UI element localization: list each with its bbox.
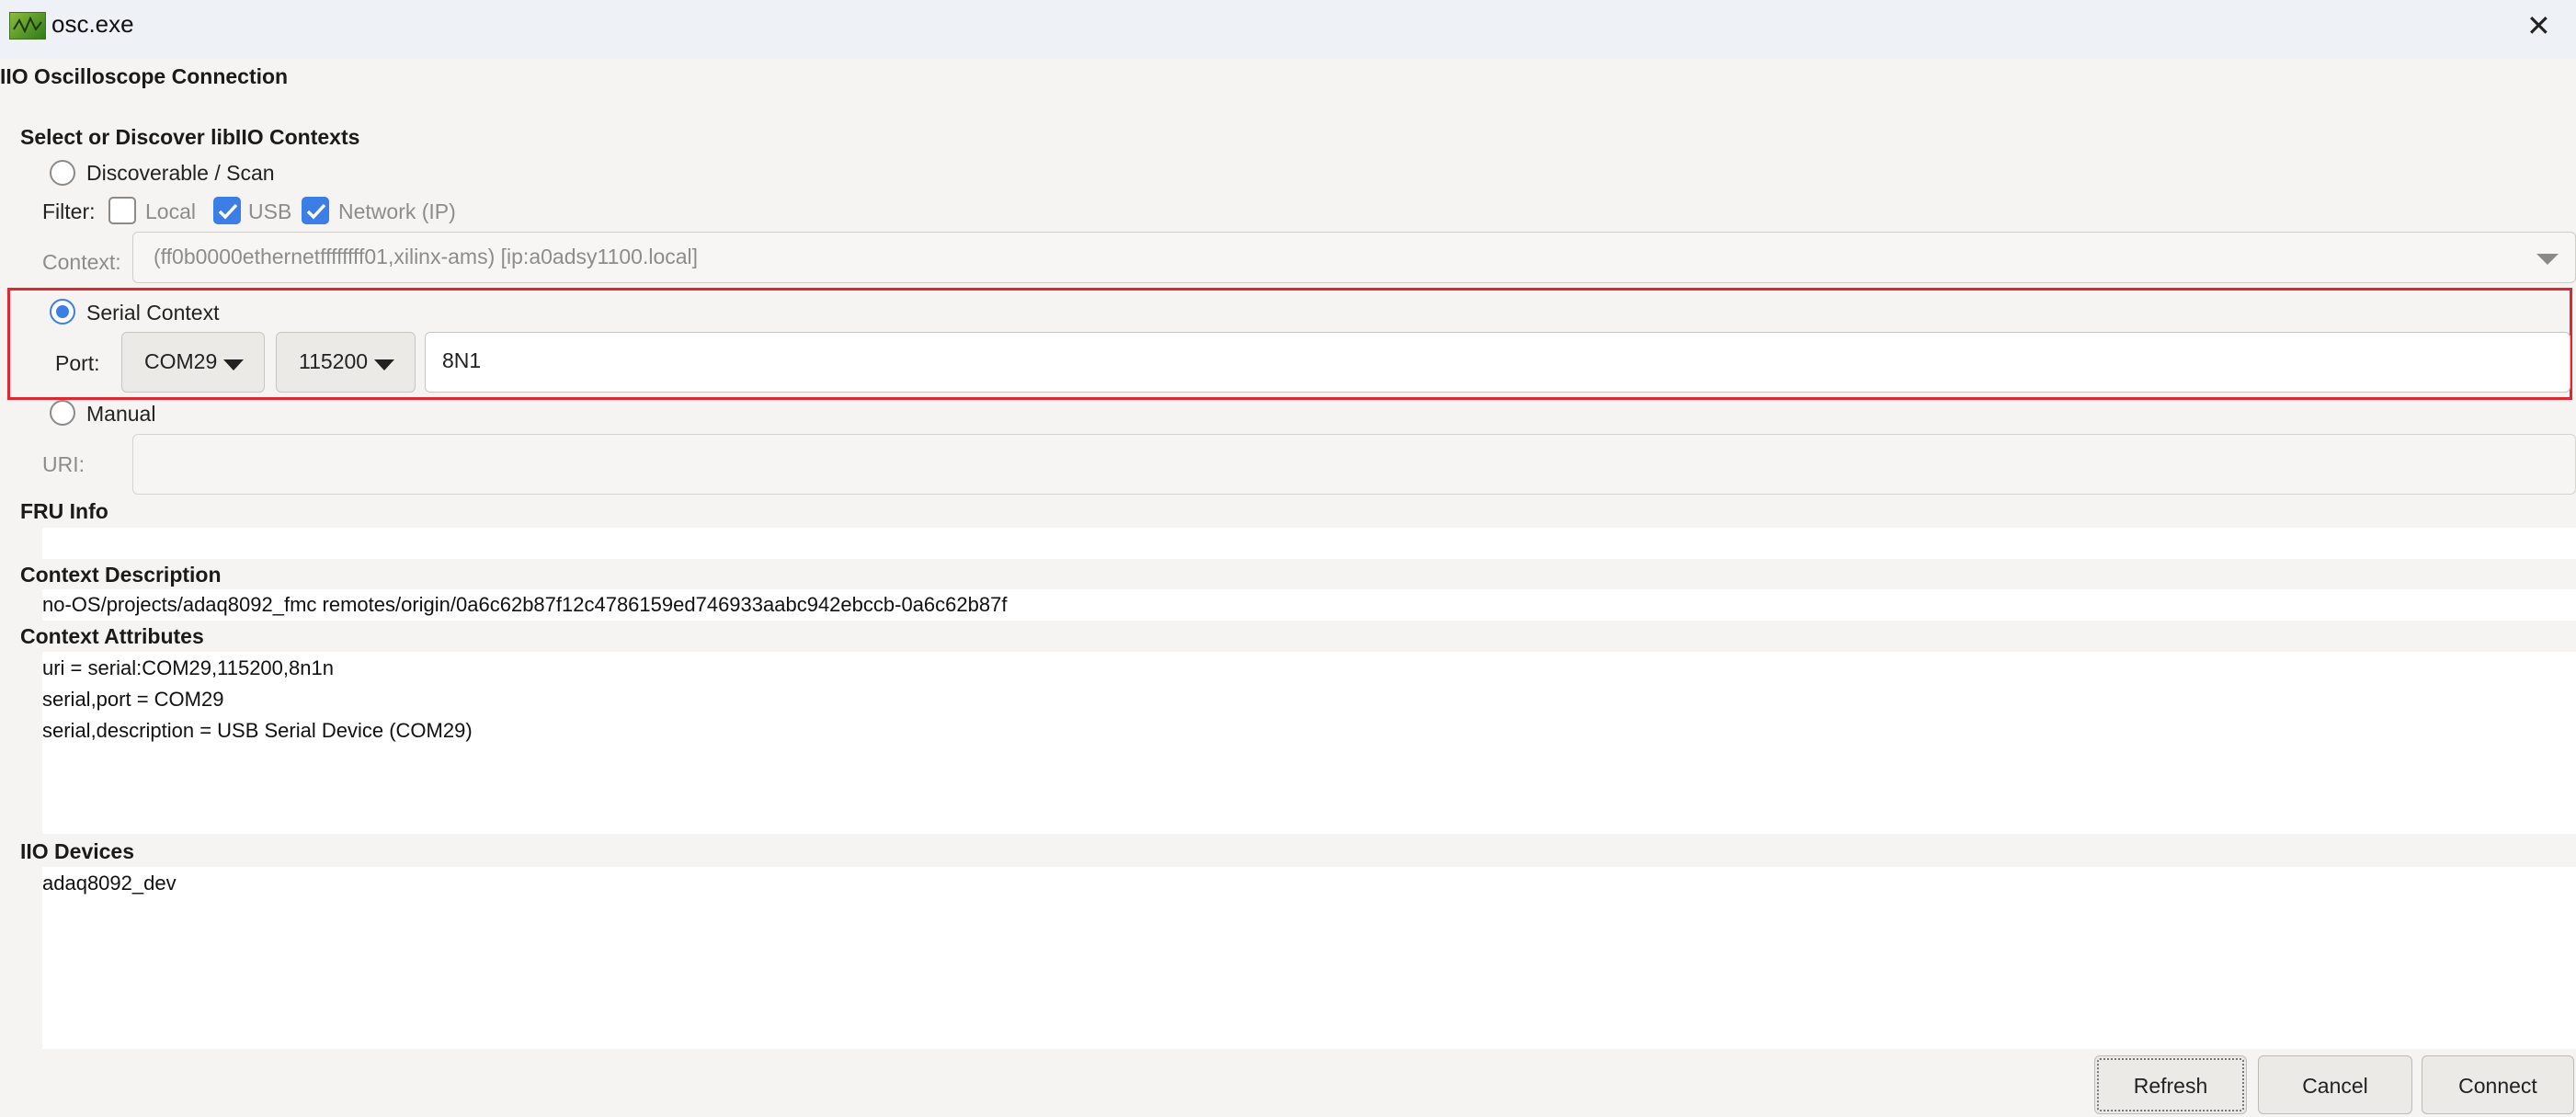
port-value: COM29 xyxy=(144,349,218,373)
refresh-button[interactable]: Refresh xyxy=(2094,1055,2247,1114)
app-icon xyxy=(9,12,46,40)
window-titlebar: osc.exe ✕ xyxy=(0,0,2576,59)
attribute-line: uri = serial:COM29,115200,8n1n xyxy=(42,656,334,679)
manual-label: Manual xyxy=(86,402,156,426)
port-dropdown[interactable]: COM29 xyxy=(121,332,265,393)
context-value: (ff0b0000ethernetffffffff01,xilinx-ams) … xyxy=(154,245,699,268)
context-combobox[interactable]: (ff0b0000ethernetffffffff01,xilinx-ams) … xyxy=(132,232,2576,283)
port-label: Port: xyxy=(55,351,100,375)
check-icon xyxy=(218,203,238,220)
uri-label: URI: xyxy=(42,452,85,476)
filter-local-label: Local xyxy=(145,199,196,223)
baud-dropdown[interactable]: 115200 xyxy=(276,332,416,393)
chevron-down-icon xyxy=(223,359,244,370)
context-label: Context: xyxy=(42,250,121,274)
serial-config-input[interactable] xyxy=(440,348,2374,374)
device-item: adaq8092_dev xyxy=(42,872,177,895)
chevron-down-icon xyxy=(374,359,394,370)
attributes-heading: Context Attributes xyxy=(20,624,204,648)
dialog-title: IIO Oscilloscope Connection xyxy=(0,64,289,88)
devices-heading: IIO Devices xyxy=(20,839,135,863)
contexts-heading: Select or Discover libIIO Contexts xyxy=(20,125,360,149)
check-icon xyxy=(306,203,326,220)
devices-panel xyxy=(42,867,2576,1049)
baud-value: 115200 xyxy=(299,349,369,373)
cancel-button[interactable]: Cancel xyxy=(2258,1055,2412,1114)
manual-radio[interactable] xyxy=(50,400,75,426)
attributes-panel xyxy=(42,652,2576,834)
discover-label: Discoverable / Scan xyxy=(86,161,275,185)
connect-button[interactable]: Connect xyxy=(2422,1055,2574,1114)
serial-context-radio[interactable] xyxy=(50,299,75,325)
serial-config-field[interactable] xyxy=(425,332,2570,393)
description-heading: Context Description xyxy=(20,563,222,587)
discover-radio[interactable] xyxy=(50,160,75,186)
description-text: no-OS/projects/adaq8092_fmc remotes/orig… xyxy=(42,593,1008,616)
filter-local-checkbox[interactable] xyxy=(108,197,136,224)
uri-field[interactable] xyxy=(132,434,2576,495)
filter-usb-checkbox[interactable] xyxy=(213,197,241,224)
chevron-down-icon xyxy=(2536,254,2559,265)
serial-context-label: Serial Context xyxy=(86,301,220,325)
close-icon[interactable]: ✕ xyxy=(2526,7,2551,44)
attribute-line: serial,port = COM29 xyxy=(42,688,224,711)
uri-input[interactable] xyxy=(148,450,2350,476)
filter-label: Filter: xyxy=(42,199,96,223)
filter-usb-label: USB xyxy=(248,199,292,223)
filter-network-checkbox[interactable] xyxy=(302,197,329,224)
filter-network-label: Network (IP) xyxy=(338,199,456,223)
attribute-line: serial,description = USB Serial Device (… xyxy=(42,719,473,742)
fru-heading: FRU Info xyxy=(20,499,108,523)
fru-info-panel xyxy=(42,528,2576,559)
window-title: osc.exe xyxy=(51,10,134,38)
